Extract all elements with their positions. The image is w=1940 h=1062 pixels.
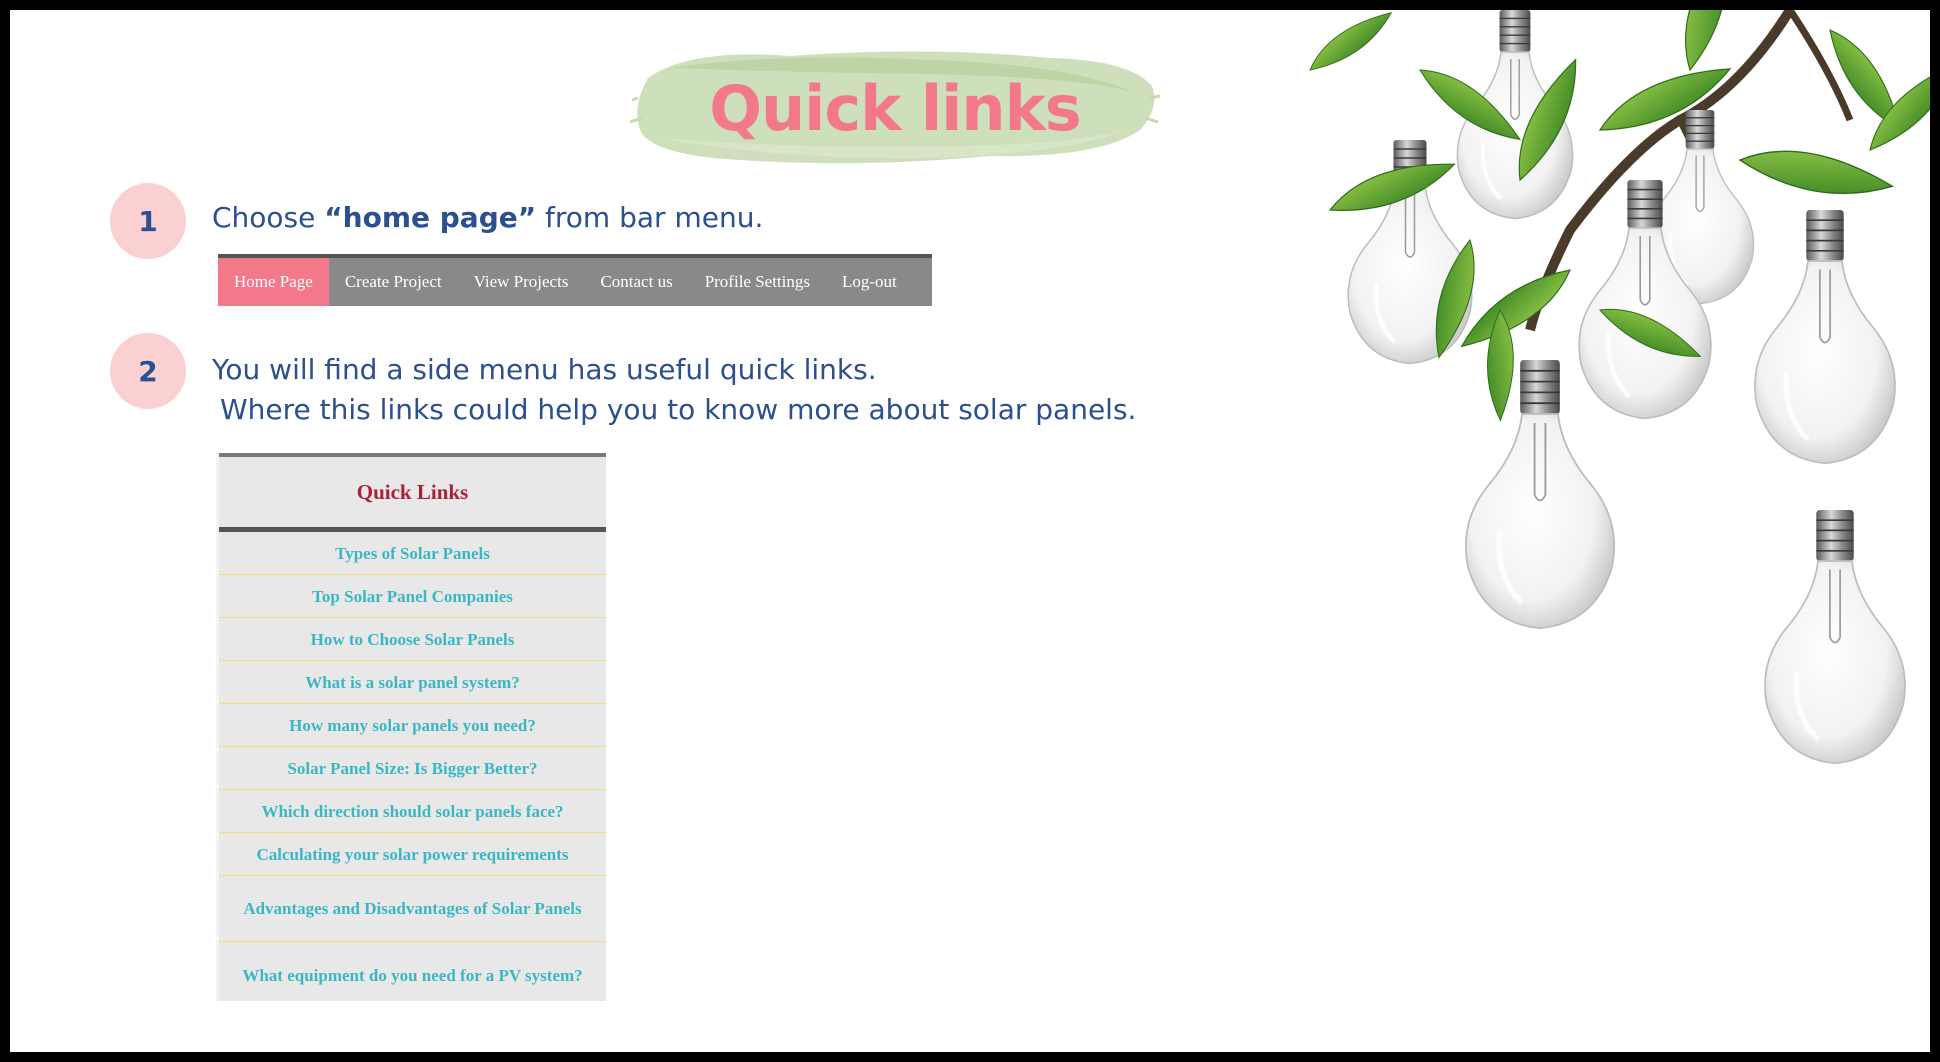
quick-link-item[interactable]: Which direction should solar panels face… [219,790,606,833]
quick-link-item[interactable]: Calculating your solar power requirement… [219,833,606,876]
slide: Quick links 1 Choose “home page” from ba… [10,10,1930,1052]
step-2-line-1: You will find a side menu has useful qui… [212,353,877,386]
lightbulbs-with-leaves-illustration [1301,10,1930,830]
step-1-text-end: from bar menu. [536,201,764,234]
nav-item-home-page[interactable]: Home Page [218,258,329,306]
quick-link-item[interactable]: Advantages and Disadvantages of Solar Pa… [219,876,606,942]
nav-bar: Home Page Create Project View Projects C… [218,254,932,306]
quick-link-item[interactable]: What equipment do you need for a PV syst… [219,942,606,1008]
quick-link-item[interactable]: How to Choose Solar Panels [219,618,606,661]
nav-item-log-out[interactable]: Log-out [826,258,913,306]
step-1-badge: 1 [110,183,186,259]
step-1-instruction: Choose “home page” from bar menu. [212,198,763,238]
quick-link-item[interactable]: What is a solar panel system? [219,661,606,704]
quick-link-item[interactable]: Types of Solar Panels [219,532,606,575]
quick-links-menu: Quick Links Types of Solar Panels Top So… [216,453,606,1001]
step-2-badge: 2 [110,333,186,409]
quick-link-item[interactable]: Solar Panel Size: Is Bigger Better? [219,747,606,790]
step-2-line-2: Where this links could help you to know … [220,393,1137,426]
nav-item-contact-us[interactable]: Contact us [584,258,688,306]
nav-item-create-project[interactable]: Create Project [329,258,458,306]
page-title: Quick links [709,72,1081,145]
nav-item-profile-settings[interactable]: Profile Settings [689,258,826,306]
step-1-text-bold: “home page” [324,201,537,234]
nav-item-view-projects[interactable]: View Projects [458,258,585,306]
title-block: Quick links [630,38,1160,178]
step-1-text-start: Choose [212,201,325,234]
quick-link-item[interactable]: Top Solar Panel Companies [219,575,606,618]
quick-link-item[interactable]: How many solar panels you need? [219,704,606,747]
quick-links-heading: Quick Links [219,457,606,532]
